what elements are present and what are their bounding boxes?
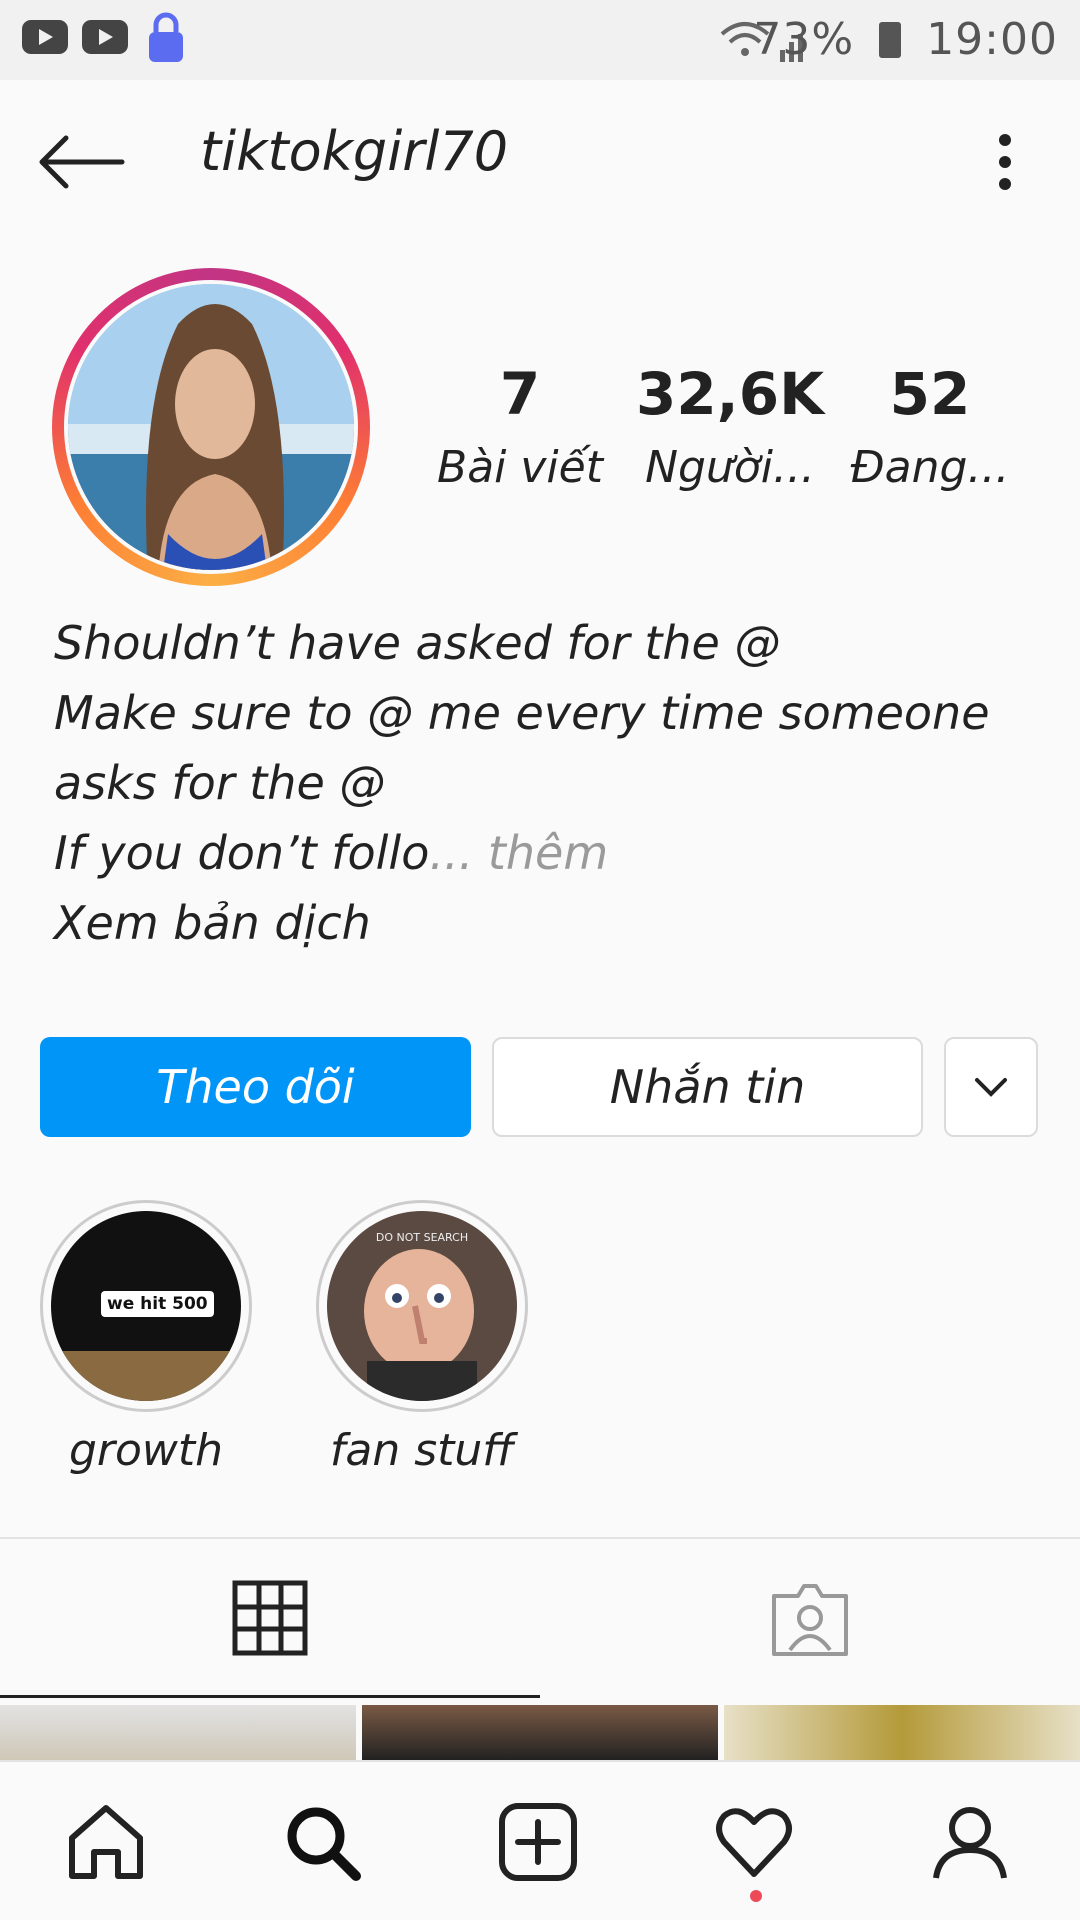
grid-icon[interactable] bbox=[232, 1580, 308, 1656]
home-icon[interactable] bbox=[66, 1802, 146, 1882]
highlight-photo bbox=[364, 1249, 477, 1401]
following-label[interactable]: Đang... bbox=[840, 442, 1020, 493]
posts-label[interactable]: Bài viết bbox=[420, 442, 620, 493]
highlight-thumbnail: we hit 500 bbox=[51, 1211, 241, 1401]
active-tab-indicator bbox=[0, 1695, 540, 1698]
following-count[interactable]: 52 bbox=[880, 360, 980, 428]
battery-icon bbox=[879, 22, 902, 58]
avatar[interactable] bbox=[64, 280, 358, 574]
bio-truncated-text: If you don’t follo bbox=[54, 826, 430, 880]
follow-button[interactable]: Theo dõi bbox=[40, 1037, 471, 1137]
translate-link[interactable]: Xem bản dịch bbox=[54, 888, 1034, 958]
more-options-icon[interactable] bbox=[990, 132, 1020, 192]
highlight-thumb-text: we hit 500 bbox=[101, 1291, 214, 1317]
posts-count[interactable]: 7 bbox=[470, 360, 570, 428]
battery-percent: 73% bbox=[753, 14, 855, 65]
message-button[interactable]: Nhắn tin bbox=[492, 1037, 923, 1137]
divider bbox=[0, 1537, 1080, 1539]
add-post-icon[interactable] bbox=[498, 1802, 578, 1882]
bio-line-truncated: If you don’t follo... thêm bbox=[54, 818, 1034, 888]
bio-ellipsis: ... bbox=[429, 826, 474, 880]
bottom-nav bbox=[0, 1760, 1080, 1920]
highlight-thumbnail: DO NOT SEARCH bbox=[327, 1211, 517, 1401]
lock-icon bbox=[149, 12, 183, 62]
post-thumbnail[interactable] bbox=[0, 1705, 356, 1760]
search-icon[interactable] bbox=[282, 1802, 362, 1882]
suggested-dropdown-button[interactable] bbox=[944, 1037, 1038, 1137]
highlight-label[interactable]: growth bbox=[26, 1425, 266, 1476]
chevron-down-icon bbox=[975, 1078, 1007, 1097]
heart-icon[interactable] bbox=[714, 1802, 794, 1882]
highlight-label[interactable]: fan stuff bbox=[302, 1425, 542, 1476]
status-bar: 73% 19:00 bbox=[0, 0, 1080, 80]
avatar-photo bbox=[68, 284, 354, 570]
notification-dot bbox=[750, 1890, 762, 1902]
followers-label[interactable]: Người... bbox=[625, 442, 835, 493]
youtube-icon bbox=[22, 20, 68, 54]
clock: 19:00 bbox=[926, 14, 1058, 65]
followers-count[interactable]: 32,6K bbox=[630, 360, 830, 428]
status-text: 73% 19:00 bbox=[753, 14, 1058, 65]
bio-line: Make sure to @ me every time someone bbox=[54, 686, 990, 740]
page-title: tiktokgirl70 bbox=[200, 120, 509, 183]
post-thumbnail[interactable] bbox=[362, 1705, 718, 1760]
bio-line: asks for the @ bbox=[54, 756, 386, 810]
youtube-icon bbox=[82, 20, 128, 54]
highlight-growth[interactable]: we hit 500 bbox=[40, 1200, 252, 1412]
highlight-fan-stuff[interactable]: DO NOT SEARCH bbox=[316, 1200, 528, 1412]
see-more-link[interactable]: thêm bbox=[473, 826, 608, 880]
back-arrow-icon[interactable] bbox=[36, 132, 126, 192]
bio-line: Shouldn’t have asked for the @ bbox=[54, 616, 781, 670]
bio: Shouldn’t have asked for the @ Make sure… bbox=[54, 608, 1034, 958]
post-thumbnail[interactable] bbox=[724, 1705, 1080, 1760]
tagged-icon[interactable] bbox=[768, 1582, 852, 1658]
profile-icon[interactable] bbox=[930, 1802, 1010, 1882]
profile-header: tiktokgirl70 bbox=[0, 80, 1080, 240]
